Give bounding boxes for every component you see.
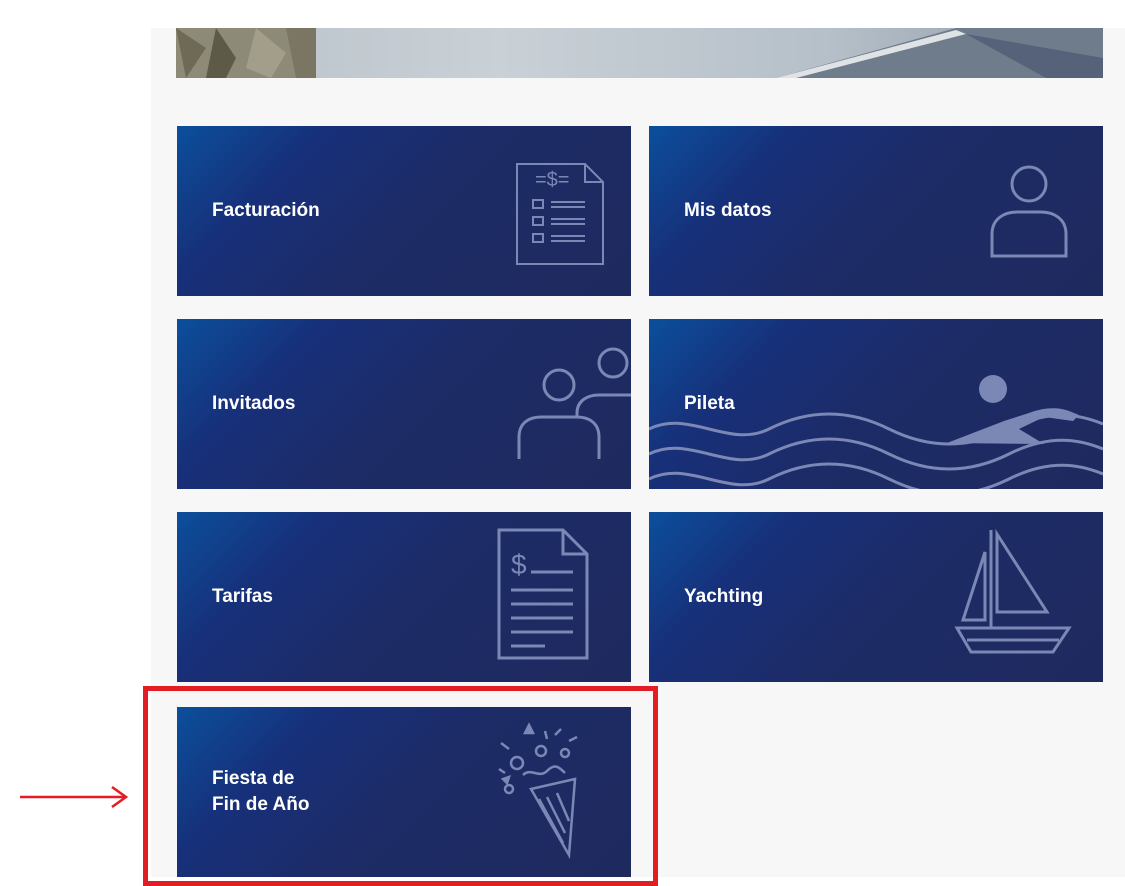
- swimmer-icon: [649, 369, 1103, 489]
- tile-label: Mis datos: [684, 200, 772, 221]
- hero-image: [176, 28, 1103, 78]
- user-icon: [989, 164, 1069, 258]
- tile-label: Yachting: [684, 586, 764, 607]
- svg-text:=$=: =$=: [535, 169, 569, 191]
- tile-label: Facturación: [212, 200, 320, 221]
- tile-tarifas[interactable]: Tarifas $: [177, 512, 631, 682]
- tile-pileta[interactable]: Pileta: [649, 319, 1103, 489]
- sailboat-icon: [954, 528, 1072, 658]
- invoice-icon: =$=: [515, 162, 605, 266]
- tile-facturacion[interactable]: Facturación =$=: [177, 126, 631, 296]
- rates-document-icon: $: [497, 528, 589, 660]
- tile-invitados[interactable]: Invitados: [177, 319, 631, 489]
- tile-yachting[interactable]: Yachting: [649, 512, 1103, 682]
- tile-label: Tarifas: [212, 586, 273, 607]
- tile-label: Invitados: [212, 393, 296, 414]
- tile-mis-datos[interactable]: Mis datos: [649, 126, 1103, 296]
- svg-text:$: $: [511, 549, 527, 580]
- arrow-icon: [20, 785, 130, 809]
- party-popper-icon: [495, 722, 585, 860]
- tile-label: Fiesta de Fin de Año: [212, 768, 310, 815]
- guests-icon: [515, 347, 631, 459]
- tile-fiesta-fin-de-ano[interactable]: Fiesta de Fin de Año: [177, 707, 631, 877]
